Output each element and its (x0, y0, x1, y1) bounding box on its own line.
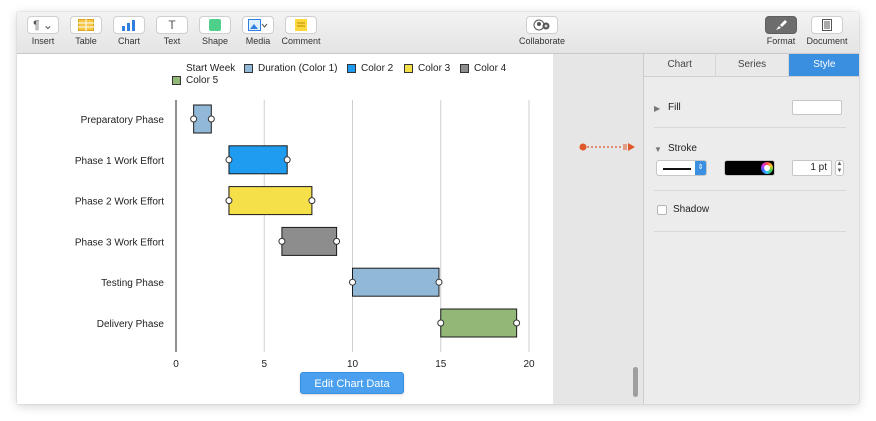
bar-handle (207, 115, 215, 123)
chevron-updown-icon: ⇕ (695, 161, 706, 175)
disclosure-right-icon[interactable]: ▶ (654, 104, 660, 113)
stroke-width-stepper[interactable]: ▲ ▼ (835, 160, 844, 176)
app-window: ¶ ⌄ Insert Table Chart T Text Shape Medi… (17, 12, 859, 404)
table-button[interactable]: Table (62, 16, 110, 46)
x-tick-label: 10 (347, 359, 359, 370)
collaborate-icon (526, 16, 558, 34)
bar-handle (283, 156, 291, 164)
document-canvas: Start Week Duration (Color 1) Color 2 Co… (17, 54, 553, 404)
bar-handle (437, 319, 445, 327)
divider (654, 127, 846, 128)
bar-handle (278, 237, 286, 245)
bar-handle (333, 237, 341, 245)
x-tick-label: 15 (435, 359, 447, 370)
tab-series[interactable]: Series (716, 54, 789, 76)
category-label: Phase 2 Work Effort (75, 197, 164, 208)
category-label: Preparatory Phase (81, 115, 165, 126)
canvas-gutter (553, 54, 643, 404)
format-inspector: Chart Series Style ▶ Fill ▼ Stroke ⇕ 1 p… (643, 54, 859, 404)
collaborate-button[interactable]: Collaborate (517, 16, 567, 46)
comment-label: Comment (281, 36, 321, 46)
solid-line-icon (663, 168, 691, 170)
table-label: Table (75, 36, 97, 46)
category-label: Delivery Phase (97, 319, 165, 330)
chart-button[interactable]: Chart (105, 16, 153, 46)
paintbrush-icon (765, 16, 797, 34)
text-icon: T (156, 16, 188, 34)
gantt-bar (440, 308, 518, 338)
table-icon (70, 16, 102, 34)
comment-button[interactable]: Comment (277, 16, 325, 46)
insert-button[interactable]: ¶ ⌄ Insert (19, 16, 67, 46)
document-button[interactable]: Document (800, 16, 854, 46)
chart-icon (113, 16, 145, 34)
pointer-callout-icon (579, 143, 635, 151)
shape-button[interactable]: Shape (191, 16, 239, 46)
disclosure-down-icon[interactable]: ▼ (654, 145, 662, 154)
shadow-checkbox[interactable] (657, 205, 667, 215)
comment-icon (285, 16, 317, 34)
category-label: Testing Phase (101, 278, 164, 289)
media-icon (242, 16, 274, 34)
bar-handle (349, 278, 356, 286)
gantt-bar (352, 267, 440, 297)
x-tick-label: 5 (261, 359, 267, 370)
stroke-style-popup[interactable]: ⇕ (656, 160, 707, 176)
toolbar: ¶ ⌄ Insert Table Chart T Text Shape Medi… (17, 12, 859, 54)
shape-label: Shape (201, 36, 229, 46)
fill-label[interactable]: Fill (668, 102, 681, 113)
divider (654, 231, 846, 232)
bar-handle (435, 278, 443, 286)
collaborate-label: Collaborate (518, 36, 566, 46)
stroke-width-field[interactable]: 1 pt (792, 160, 832, 176)
bar-handle (190, 115, 198, 123)
edit-chart-data-button[interactable]: Edit Chart Data (300, 372, 404, 394)
gantt-bar (281, 226, 338, 256)
bar-handle (225, 156, 233, 164)
x-tick-label: 0 (173, 359, 179, 370)
format-label: Format (766, 36, 796, 46)
color-wheel-icon[interactable] (761, 162, 773, 174)
text-button[interactable]: T Text (148, 16, 196, 46)
media-label: Media (245, 36, 271, 46)
format-button[interactable]: Format (757, 16, 805, 46)
gantt-bar (228, 145, 288, 175)
bar-handle (513, 319, 521, 327)
stroke-label[interactable]: Stroke (668, 143, 697, 154)
chart-label: Chart (117, 36, 140, 46)
shape-icon (199, 16, 231, 34)
text-label: Text (163, 36, 181, 46)
stroke-color-well[interactable] (724, 160, 775, 176)
fill-color-well[interactable] (792, 100, 842, 115)
category-label: Phase 3 Work Effort (75, 237, 164, 248)
document-icon (811, 16, 843, 34)
inspector-tabs: Chart Series Style (644, 54, 859, 77)
insert-label: Insert (31, 36, 55, 46)
shadow-label[interactable]: Shadow (673, 204, 709, 215)
bar-handle (225, 197, 233, 205)
gantt-chart[interactable]: 0 5 10 15 20 Preparatory Phase Phase 1 Work Ef… (17, 54, 553, 372)
tab-style[interactable]: Style (788, 54, 859, 76)
category-label: Phase 1 Work Effort (75, 156, 164, 167)
media-button[interactable]: Media (234, 16, 282, 46)
vertical-scrollbar[interactable] (633, 367, 638, 397)
divider (654, 190, 846, 191)
x-tick-label: 20 (523, 359, 535, 370)
tab-chart[interactable]: Chart (644, 54, 717, 76)
gantt-bar (228, 186, 313, 216)
paragraph-icon: ¶ ⌄ (27, 16, 59, 34)
document-label: Document (806, 36, 848, 46)
bar-handle (308, 197, 316, 205)
